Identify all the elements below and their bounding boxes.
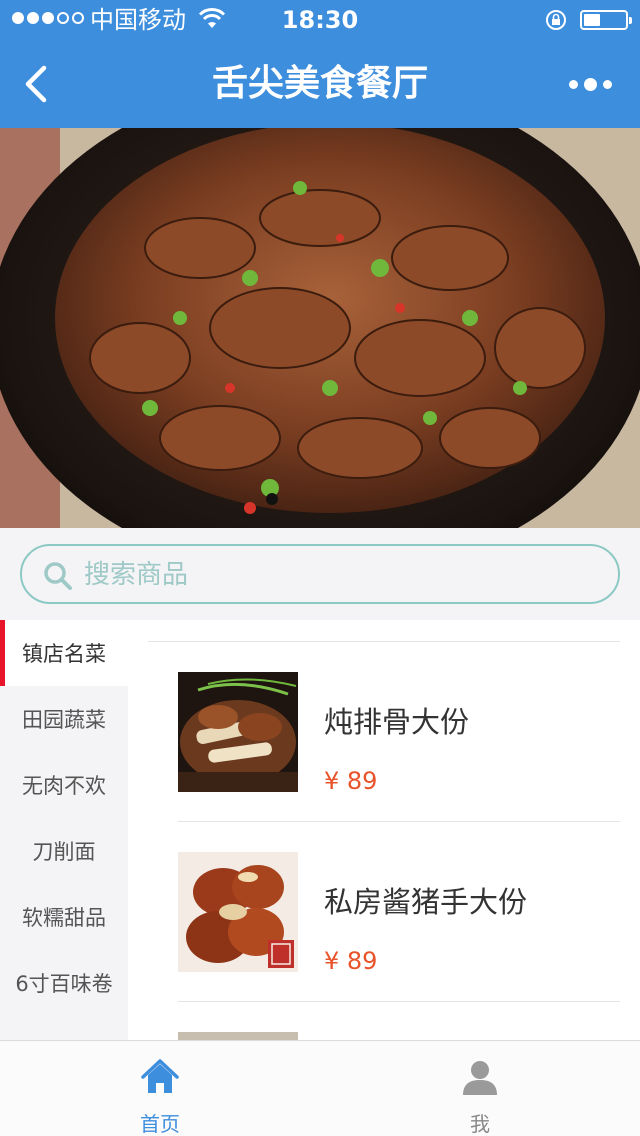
category-item[interactable]: 软糯甜品 bbox=[0, 884, 128, 950]
category-item[interactable]: 无肉不欢 bbox=[0, 752, 128, 818]
banner-image[interactable] bbox=[0, 128, 640, 528]
ribs-photo bbox=[178, 672, 298, 792]
tab-me-label: 我 bbox=[470, 1112, 490, 1136]
search-icon bbox=[44, 562, 72, 590]
search-area: 搜索商品 bbox=[0, 528, 640, 620]
product-item[interactable]: 炖排骨大份 ¥ 89 bbox=[178, 642, 620, 822]
category-item[interactable]: 镇店名菜 bbox=[0, 620, 128, 686]
clock: 18:30 bbox=[281, 6, 359, 34]
home-icon bbox=[141, 1059, 179, 1093]
product-item[interactable] bbox=[178, 1002, 620, 1040]
search-placeholder: 搜索商品 bbox=[84, 560, 189, 590]
product-thumbnail[interactable] bbox=[178, 672, 298, 792]
dish-photo bbox=[178, 1032, 298, 1040]
product-name: 炖排骨大份 bbox=[324, 705, 470, 739]
product-list: 炖排骨大份 ¥ 89 私房酱猪手大份 ¥ 89 bbox=[128, 620, 640, 1040]
pork-trotter-photo bbox=[178, 852, 298, 972]
battery-icon bbox=[580, 10, 632, 30]
user-icon bbox=[463, 1061, 497, 1095]
category-item[interactable]: 田园蔬菜 bbox=[0, 686, 128, 752]
tab-bar: 首页 我 bbox=[0, 1040, 640, 1136]
rotation-lock-icon bbox=[546, 10, 566, 30]
carousel-indicator[interactable] bbox=[266, 493, 278, 505]
more-dots-icon[interactable] bbox=[560, 72, 620, 96]
product-item[interactable]: 私房酱猪手大份 ¥ 89 bbox=[178, 822, 620, 1002]
product-price: ¥ 89 bbox=[324, 767, 378, 795]
tab-home-label: 首页 bbox=[140, 1112, 180, 1136]
status-bar: 中国移动 18:30 bbox=[0, 0, 640, 40]
tab-me[interactable]: 我 bbox=[320, 1041, 640, 1136]
category-item[interactable]: 刀削面 bbox=[0, 818, 128, 884]
tab-home[interactable]: 首页 bbox=[0, 1041, 320, 1136]
category-item[interactable]: 6寸百味卷 bbox=[0, 950, 128, 1016]
food-photo bbox=[0, 128, 640, 528]
navigation-bar: 舌尖美食餐厅 bbox=[0, 40, 640, 128]
category-sidebar: 镇店名菜 田园蔬菜 无肉不欢 刀削面 软糯甜品 6寸百味卷 bbox=[0, 620, 128, 1040]
product-price: ¥ 89 bbox=[324, 947, 378, 975]
product-name: 私房酱猪手大份 bbox=[324, 885, 528, 919]
page-title: 舌尖美食餐厅 bbox=[211, 63, 428, 104]
product-thumbnail[interactable] bbox=[178, 852, 298, 972]
search-input[interactable]: 搜索商品 bbox=[20, 544, 620, 604]
product-thumbnail[interactable] bbox=[178, 1032, 298, 1040]
